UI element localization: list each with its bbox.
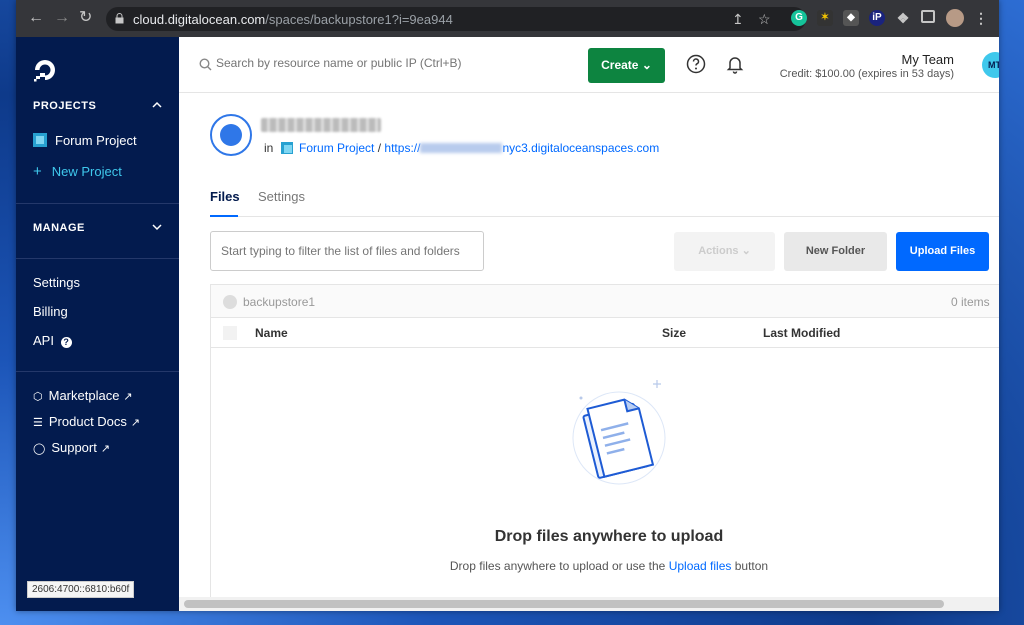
side-panel-icon[interactable]	[921, 10, 935, 23]
chevron-down-icon: ⌄	[741, 245, 751, 257]
empty-state-title: Drop files anywhere to upload	[494, 528, 724, 545]
sidebar-divider	[16, 258, 179, 259]
cube-icon: ⬡	[33, 391, 43, 403]
bell-icon[interactable]	[725, 54, 745, 74]
column-name[interactable]: Name	[255, 326, 288, 340]
sidebar-item-support[interactable]: ◯ Support ↗	[33, 440, 110, 455]
space-url-link[interactable]: https://nyc3.digitaloceanspaces.com	[384, 141, 659, 155]
resource-search-input[interactable]	[216, 56, 556, 70]
back-icon[interactable]: ←	[28, 9, 44, 27]
item-count: 0 items	[951, 295, 990, 309]
create-button[interactable]: Create ⌄	[588, 48, 665, 83]
space-icon	[210, 114, 252, 156]
sidebar-item-forum-project[interactable]: Forum Project	[33, 133, 137, 148]
chevron-down-icon[interactable]	[152, 222, 162, 232]
tab-files[interactable]: Files	[210, 189, 240, 204]
chevron-down-icon: ⌄	[641, 58, 652, 72]
plus-icon: +	[33, 163, 42, 180]
space-name-redacted	[261, 118, 381, 132]
sidebar-divider	[16, 371, 179, 372]
horizontal-scrollbar[interactable]	[179, 597, 999, 611]
select-all-checkbox[interactable]	[223, 326, 237, 340]
share-icon[interactable]: ↥	[732, 11, 744, 28]
breadcrumb: backupstore1 0 items	[211, 285, 999, 318]
upload-files-button[interactable]: Upload Files	[896, 232, 989, 271]
external-link-icon: ↗	[130, 417, 141, 429]
digitalocean-logo[interactable]	[32, 57, 58, 83]
project-link[interactable]: Forum Project	[299, 141, 374, 155]
chevron-up-icon[interactable]	[152, 100, 162, 110]
team-avatar[interactable]: MT	[982, 52, 999, 78]
honey-extension-icon[interactable]: ✶	[817, 10, 833, 26]
sidebar-item-billing[interactable]: Billing	[33, 304, 68, 319]
shield-extension-icon[interactable]: ◆	[843, 10, 859, 26]
manage-header[interactable]: MANAGE	[33, 222, 85, 234]
url-text: cloud.digitalocean.com/spaces/backupstor…	[133, 12, 453, 27]
sidebar-item-settings[interactable]: Settings	[33, 275, 80, 290]
search-icon	[199, 58, 212, 71]
help-circle-icon[interactable]: ?	[60, 337, 72, 348]
external-link-icon: ↗	[100, 443, 111, 455]
bookmark-star-icon[interactable]: ☆	[758, 11, 771, 28]
actions-dropdown[interactable]: Actions ⌄	[674, 232, 775, 271]
active-tab-indicator	[210, 215, 238, 217]
external-link-icon: ↗	[123, 391, 133, 403]
empty-state-subtitle: Drop files anywhere to upload or use the…	[449, 559, 769, 573]
redacted-text	[420, 143, 503, 153]
sidebar-item-product-docs[interactable]: ☰ Product Docs ↗	[33, 414, 140, 429]
sidebar-item-new-project[interactable]: + New Project	[33, 163, 122, 180]
sidebar-item-marketplace[interactable]: ⬡ Marketplace ↗	[33, 388, 133, 403]
browser-toolbar: ← → ↻ cloud.digitalocean.com/spaces/back…	[16, 0, 999, 37]
sidebar: PROJECTS Forum Project + New Project MANA…	[16, 37, 179, 611]
browser-window: ← → ↻ cloud.digitalocean.com/spaces/back…	[16, 0, 999, 611]
project-icon	[280, 142, 293, 154]
column-size[interactable]: Size	[662, 326, 686, 340]
top-bar: Create ⌄ My Team Credit: $100.00 (expire…	[179, 37, 999, 93]
lock-icon	[115, 13, 124, 24]
new-folder-button[interactable]: New Folder	[784, 232, 887, 271]
sidebar-item-api[interactable]: API ?	[33, 333, 72, 348]
space-meta: in Forum Project / https://nyc3.digitalo…	[264, 141, 660, 155]
layers-icon: ☰	[33, 417, 43, 429]
team-name[interactable]: My Team	[902, 52, 955, 67]
forward-icon[interactable]: →	[54, 9, 70, 27]
help-icon[interactable]	[686, 54, 706, 74]
table-header: Name Size Last Modified	[211, 318, 999, 348]
reload-icon[interactable]: ↻	[79, 9, 92, 27]
space-small-icon	[223, 295, 237, 309]
file-filter-input[interactable]	[210, 231, 484, 271]
project-icon	[33, 133, 47, 147]
document-upload-illustration	[572, 380, 666, 485]
sidebar-divider	[16, 203, 179, 204]
grammarly-extension-icon[interactable]: G	[791, 10, 807, 26]
breadcrumb-path[interactable]: backupstore1	[243, 295, 315, 309]
projects-header[interactable]: PROJECTS	[33, 100, 96, 112]
column-last-modified[interactable]: Last Modified	[763, 326, 840, 340]
puzzle-extensions-icon[interactable]: ❖	[895, 10, 911, 26]
main-content: in Forum Project / https://nyc3.digitalo…	[179, 94, 999, 611]
ip-extension-icon[interactable]: iP	[869, 10, 885, 26]
tabs-divider	[210, 216, 999, 217]
tab-settings[interactable]: Settings	[258, 189, 305, 204]
credit-info: Credit: $100.00 (expires in 53 days)	[779, 68, 954, 80]
address-bar[interactable]: cloud.digitalocean.com/spaces/backupstor…	[106, 7, 806, 31]
upload-files-link[interactable]: Upload files	[669, 559, 732, 573]
lifebuoy-icon: ◯	[33, 443, 46, 455]
status-tooltip: 2606:4700::6810:b60f	[27, 581, 135, 598]
kebab-menu-icon[interactable]: ⋮	[973, 10, 989, 26]
scrollbar-thumb[interactable]	[184, 600, 944, 608]
profile-avatar[interactable]	[946, 9, 964, 27]
